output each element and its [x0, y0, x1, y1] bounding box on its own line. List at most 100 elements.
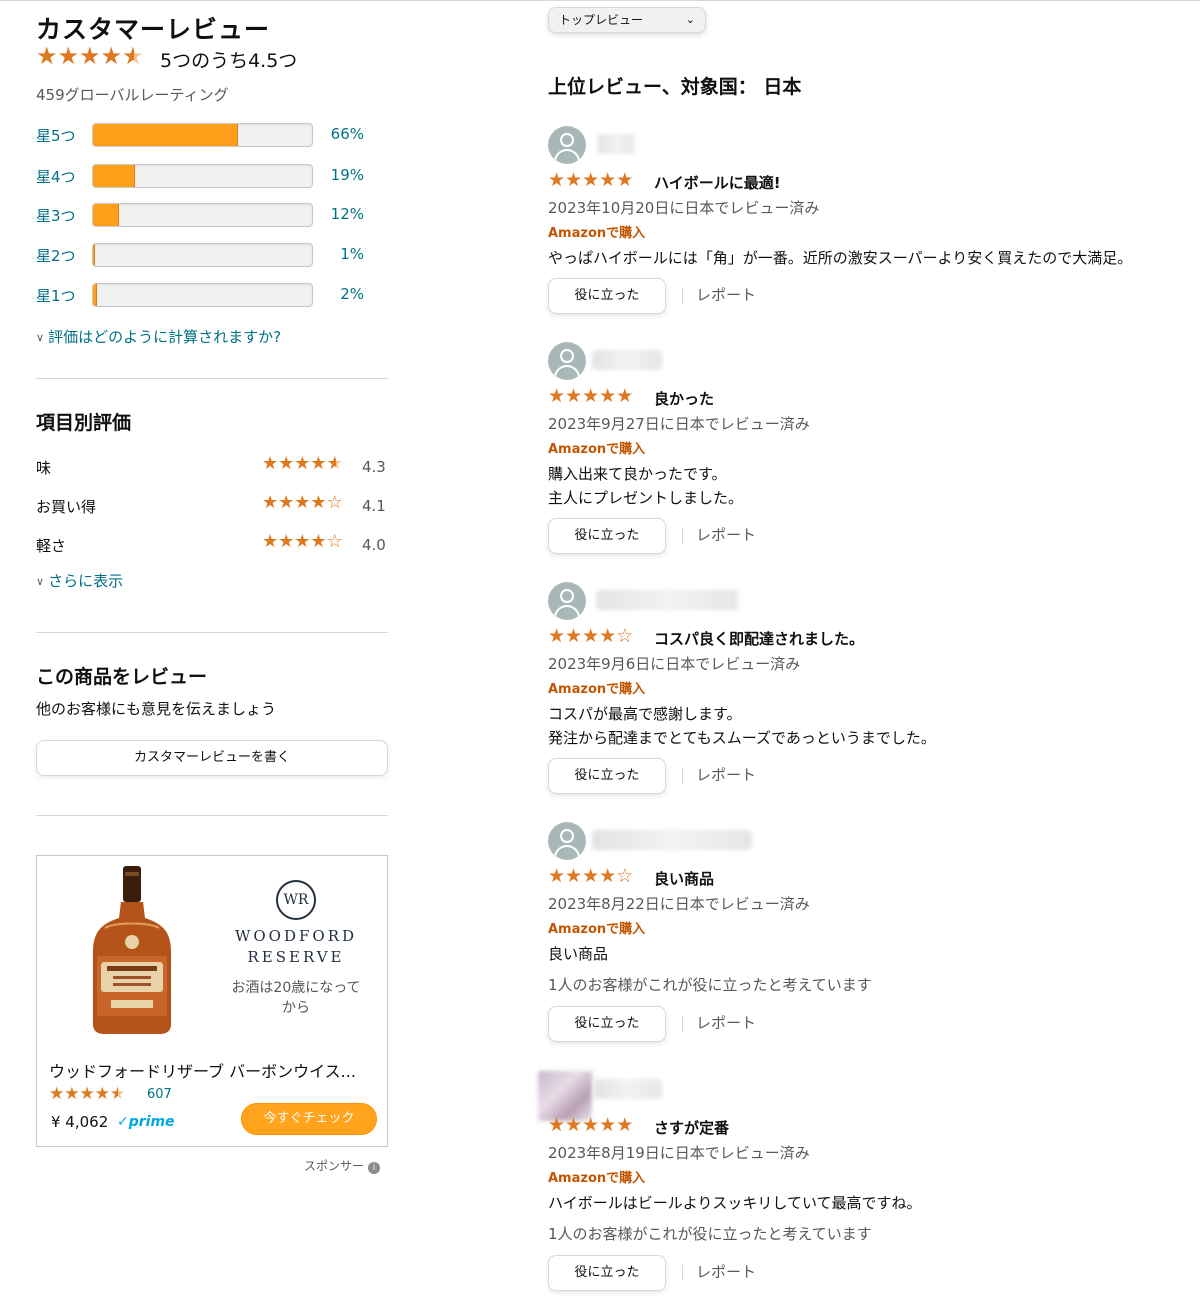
review-this-product-heading: この商品をレビュー — [36, 666, 208, 688]
star-icon: ★ — [110, 1084, 126, 1104]
report-link[interactable]: レポート — [696, 1012, 756, 1033]
star-icon: ★ — [582, 1114, 600, 1136]
histogram-percent[interactable]: 66% — [328, 125, 364, 143]
global-ratings-count: 459グローバルレーティング — [36, 86, 229, 104]
age-notice: お酒は20歳になってから — [231, 980, 361, 1016]
show-more-link[interactable]: ∨ さらに表示 — [36, 570, 123, 591]
histogram-bar[interactable] — [92, 203, 313, 227]
star-icon: ★ — [262, 453, 279, 474]
star-icon: ★ — [582, 169, 600, 191]
review-stars[interactable]: ★★★★★ — [548, 387, 633, 406]
feature-value: 4.0 — [362, 536, 386, 554]
review-body-line: 購入出来て良かったです。 — [548, 465, 727, 483]
reviewer-avatar-icon — [548, 582, 586, 620]
sponsored-label[interactable]: スポンサー i — [304, 1157, 381, 1174]
divider — [36, 378, 388, 379]
review-stars[interactable]: ★★★★★ — [548, 1116, 633, 1135]
star-icon: ★ — [599, 385, 617, 407]
chevron-down-icon: ∨ — [36, 331, 45, 344]
histogram-bar[interactable] — [92, 243, 313, 267]
verified-purchase-badge: Amazonで購入 — [548, 682, 646, 697]
histogram-bar[interactable] — [92, 164, 313, 188]
review-body-line: 良い商品 — [548, 945, 609, 963]
how-ratings-calculated-link[interactable]: ∨ 評価はどのように計算されますか? — [36, 326, 281, 347]
star-icon: ★ — [294, 531, 311, 552]
star-icon: ★ — [616, 385, 634, 407]
histogram-row-3-star[interactable]: 星3つ 12% — [36, 203, 388, 227]
check-now-button[interactable]: 今すぐチェック — [241, 1103, 377, 1135]
report-link[interactable]: レポート — [696, 284, 756, 305]
separator — [682, 1265, 683, 1281]
review-stars[interactable]: ★★★★☆ — [548, 867, 633, 886]
review-body-line: やっぱハイボールには「角」が一番。近所の激安スーパーより安く買えたので大満足。 — [548, 249, 1133, 267]
report-link[interactable]: レポート — [696, 524, 756, 545]
helpful-button[interactable]: 役に立った — [548, 1006, 666, 1042]
histogram-fill — [93, 204, 120, 226]
review-body-line: コスパが最高で感謝します。 — [548, 705, 742, 723]
helpful-button[interactable]: 役に立った — [548, 1255, 666, 1291]
reviewer-avatar-icon — [548, 822, 586, 860]
histogram-percent[interactable]: 2% — [328, 285, 364, 303]
review-stars[interactable]: ★★★★★ — [548, 171, 633, 190]
bourbon-bottle-image[interactable] — [87, 866, 177, 1036]
ad-rating-count[interactable]: 607 — [147, 1087, 172, 1102]
histogram-bar[interactable] — [92, 283, 313, 307]
star-icon: ★ — [582, 385, 600, 407]
how-ratings-calculated-text: 評価はどのように計算されますか? — [48, 328, 282, 346]
histogram-fill — [93, 165, 135, 187]
star-icon: ★ — [94, 1084, 110, 1104]
helpful-count-text: 1人のお客様がこれが役に立ったと考えています — [548, 1225, 872, 1243]
verified-purchase-badge: Amazonで購入 — [548, 922, 646, 937]
star-icon: ★ — [278, 492, 295, 513]
feature-stars: ★★★★★ — [262, 455, 343, 473]
star-icon: ★ — [310, 453, 327, 474]
star-icon: ★ — [616, 1114, 634, 1136]
helpful-button[interactable]: 役に立った — [548, 278, 666, 314]
histogram-bar[interactable] — [92, 123, 313, 147]
verified-purchase-badge: Amazonで購入 — [548, 226, 646, 241]
histogram-label[interactable]: 星3つ — [36, 205, 76, 226]
star-icon: ☆ — [616, 625, 634, 647]
review-title[interactable]: 良かった — [654, 388, 714, 409]
review-stars[interactable]: ★★★★☆ — [548, 627, 633, 646]
review-body: 良い商品 — [548, 942, 608, 966]
star-icon: ★ — [310, 531, 327, 552]
histogram-row-2-star[interactable]: 星2つ 1% — [36, 243, 388, 267]
helpful-button[interactable]: 役に立った — [548, 518, 666, 554]
histogram-label[interactable]: 星5つ — [36, 125, 76, 146]
review-body: ハイボールはビールよりスッキリしていて最高ですね。 — [548, 1191, 922, 1215]
review-title[interactable]: さすが定番 — [654, 1117, 729, 1138]
reviewer-name-blurred — [592, 350, 662, 370]
histogram-percent[interactable]: 19% — [328, 166, 364, 184]
review-title[interactable]: ハイボールに最適! — [654, 172, 781, 193]
ad-product-name[interactable]: ウッドフォードリザーブ バーボンウイス... — [49, 1058, 379, 1082]
verified-purchase-badge: Amazonで購入 — [548, 442, 646, 457]
write-review-button[interactable]: カスタマーレビューを書く — [36, 740, 388, 776]
ad-price: ¥ 4,062 — [51, 1113, 109, 1131]
reviewer-name-blurred — [596, 590, 738, 610]
star-icon: ★ — [79, 1084, 95, 1104]
star-icon: ★ — [548, 1114, 566, 1136]
histogram-row-1-star[interactable]: 星1つ 2% — [36, 283, 388, 307]
histogram-label[interactable]: 星1つ — [36, 285, 76, 306]
review-title[interactable]: コスパ良く即配達されました。 — [654, 628, 864, 649]
histogram-label[interactable]: 星2つ — [36, 245, 76, 266]
helpful-button[interactable]: 役に立った — [548, 758, 666, 794]
ad-rating-stars[interactable]: ★★★★★ — [49, 1086, 125, 1103]
report-link[interactable]: レポート — [696, 764, 756, 785]
histogram-row-5-star[interactable]: 星5つ 66% — [36, 123, 388, 147]
customer-reviews-title: カスタマーレビュー — [36, 15, 271, 44]
histogram-percent[interactable]: 12% — [328, 205, 364, 223]
report-link[interactable]: レポート — [696, 1261, 756, 1282]
review-title[interactable]: 良い商品 — [654, 868, 714, 889]
sponsored-ad[interactable]: WR WOODFORD RESERVE お酒は20歳になってから ウッドフォード… — [36, 855, 388, 1147]
feature-name: 軽さ — [36, 537, 67, 555]
histogram-percent[interactable]: 1% — [328, 245, 364, 263]
star-icon: ★ — [310, 492, 327, 513]
review-date: 2023年9月27日に日本でレビュー済み — [548, 415, 810, 433]
review-body-line: 主人にプレゼントしました。 — [548, 489, 744, 507]
star-icon: ★ — [36, 42, 58, 70]
histogram-row-4-star[interactable]: 星4つ 19% — [36, 164, 388, 188]
sort-dropdown[interactable]: トップレビュー ⌄ — [548, 7, 706, 33]
histogram-label[interactable]: 星4つ — [36, 166, 76, 187]
